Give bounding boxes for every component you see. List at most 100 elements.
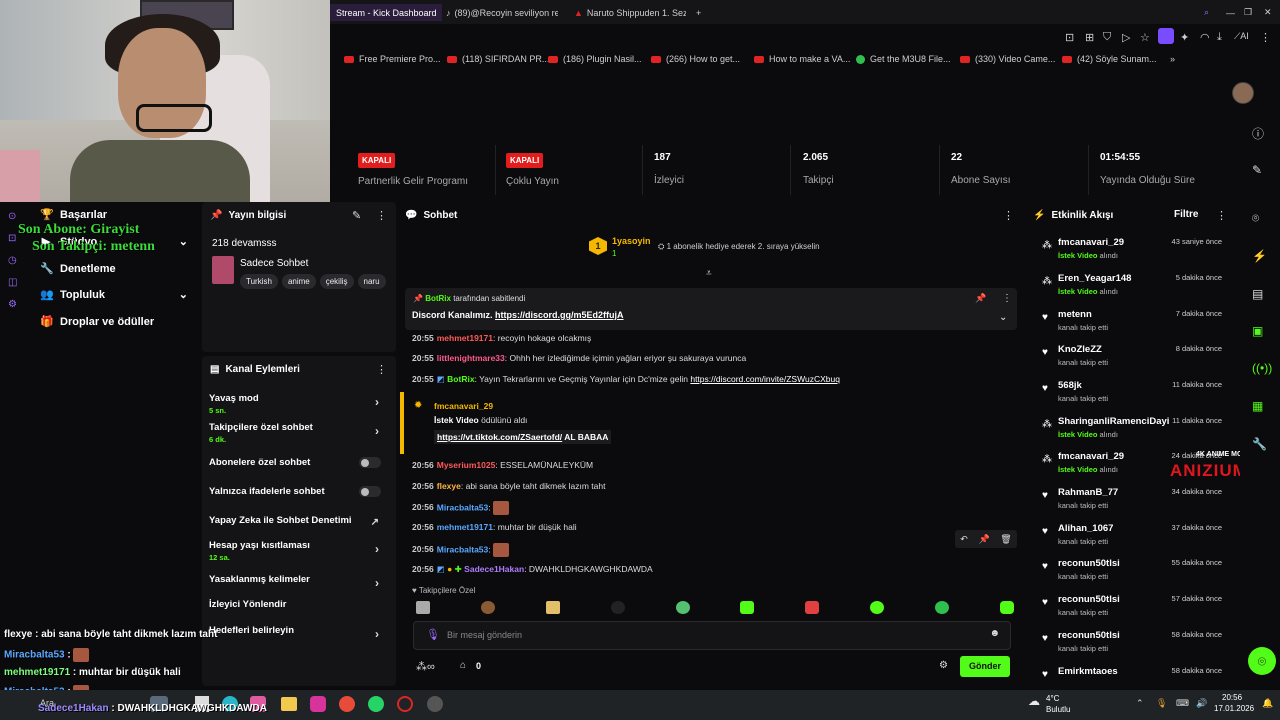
download-icon[interactable]: ⤓ [1217, 31, 1222, 44]
nav-achievements[interactable]: 🏆 Başarılar [40, 208, 107, 222]
network-icon[interactable]: ⌨ [1176, 698, 1189, 709]
tag[interactable]: Turkish [240, 274, 278, 289]
tag[interactable]: anime [281, 274, 316, 289]
points-icon[interactable]: ⁂∞ [416, 660, 435, 673]
activity-item[interactable]: ♥ metenn kanalı takip etti 7 dakika önce [1042, 309, 1232, 332]
activity-item[interactable]: ⁂ SharinganliRamenciDayi İstek Video alınd… [1042, 416, 1232, 439]
instagram-icon[interactable] [310, 696, 326, 712]
chevron-down-icon[interactable]: ⌄ [999, 312, 1007, 323]
broadcast-icon[interactable]: ((•)) [1252, 361, 1272, 375]
activity-item[interactable]: ⁂ Eren_Yeagar148 İstek Video alındı 5 dakik… [1042, 273, 1232, 296]
send-button[interactable]: Gönder [960, 656, 1010, 677]
minimize-icon[interactable]: — [1226, 4, 1235, 21]
bookmark-item[interactable]: Get the M3U8 File... [856, 54, 951, 64]
activity-item[interactable]: ♥ RahmanB_77 kanalı takip etti 34 dakika ön… [1042, 487, 1232, 510]
puzzle-icon[interactable]: ✦ [1180, 31, 1189, 44]
edit-icon[interactable]: ✎ [352, 209, 361, 222]
account-age-row[interactable]: Hesap yaşı kısıtlaması 12 sa. › [209, 540, 389, 562]
activity-item[interactable]: ⁂ fmcanavari_29 İstek Video alındı 43 saniy… [1042, 237, 1232, 260]
bookmark-item[interactable]: (266) How to get... [651, 54, 740, 64]
opera-icon[interactable] [397, 696, 413, 712]
avatar[interactable] [1232, 82, 1254, 104]
store-icon[interactable]: ⌂ [460, 660, 466, 671]
search-icon[interactable]: ⌕ [1204, 4, 1209, 21]
bookmark-item[interactable]: How to make a VA... [754, 54, 850, 64]
wifi-icon[interactable]: ◠ [1200, 31, 1210, 44]
notifications-icon[interactable]: 🔔 [1262, 698, 1273, 709]
document-icon[interactable]: ▤ [1252, 287, 1263, 301]
mic-icon[interactable]: 🎙 [1156, 698, 1167, 709]
activity-item[interactable]: ♥ 568jk kanalı takip etti 11 dakika önce [1042, 380, 1232, 403]
banned-words-row[interactable]: Yasaklanmış kelimeler › [209, 574, 389, 590]
discord-link[interactable]: https://discord.gg/m5Ed2ffujA [495, 310, 624, 320]
menu-icon[interactable]: ⋮ [376, 209, 387, 222]
nav-community[interactable]: 👥 Topluluk ⌄ [40, 288, 188, 302]
menu-icon[interactable]: ⋮ [1002, 293, 1012, 304]
activity-item[interactable]: ♥ reconun50tlsi kanalı takip etti 58 dakika… [1042, 630, 1232, 653]
volume-icon[interactable]: 🔊 [1196, 698, 1207, 709]
ai-moderation-row[interactable]: Yapay Zeka ile Sohbet Denetimi ↗ [209, 515, 389, 528]
activity-item[interactable]: ♥ reconun50tlsi kanalı takip etti 55 dakika… [1042, 558, 1232, 581]
tag[interactable]: naru [357, 274, 386, 289]
menu-icon[interactable]: ⋮ [1260, 31, 1271, 44]
tab-naruto[interactable]: ▲ Naruto Shippuden 1. Sezo [574, 4, 686, 21]
sidebar-mini-icons[interactable]: ⊙ ⊡ ◷ ◫ ⚙ [8, 206, 17, 316]
slow-mode-row[interactable]: Yavaş mod 5 sn. › [209, 393, 389, 415]
multistream-stat[interactable]: KAPALI Çoklu Yayın [506, 152, 559, 187]
activity-item[interactable]: ♥ Emirkmtaoes 58 dakika önce [1042, 666, 1232, 680]
bookmark-item[interactable]: (42) Söyle Sunam... [1062, 54, 1157, 64]
activity-item[interactable]: ♥ KnoZleZZ kanalı takip etti 8 dakika önce [1042, 344, 1232, 367]
mic-icon[interactable]: 🎙 [426, 628, 440, 641]
menu-icon[interactable]: ⋮ [1003, 209, 1014, 222]
bolt-icon[interactable]: ⚡ [1252, 249, 1267, 263]
emote-only-toggle[interactable] [359, 486, 381, 497]
emoji-icon[interactable]: ☻ [989, 628, 1000, 639]
shield-icon[interactable]: ⛉ [1103, 31, 1111, 44]
webcam-feed [0, 0, 330, 202]
info-icon[interactable]: ⓘ [1252, 125, 1264, 142]
nav-moderation[interactable]: 🔧 Denetleme [40, 262, 116, 276]
partner-program-stat[interactable]: KAPALI Partnerlik Gelir Programı [358, 152, 468, 187]
bookmarks-overflow[interactable]: » [1170, 54, 1175, 64]
close-icon[interactable]: ✕ [1264, 4, 1272, 21]
settings-icon[interactable]: ⚙ [939, 660, 948, 671]
collapse-icon[interactable]: ⩡ [706, 268, 712, 279]
followers-only-row[interactable]: Takipçilere özel sohbet 6 dk. › [209, 422, 389, 444]
extension-icon[interactable] [1158, 28, 1174, 44]
bookmark-item[interactable]: (330) Video Came... [960, 54, 1055, 64]
activity-item[interactable]: ♥ reconun50tlsi kanalı takip etti 57 dakika… [1042, 594, 1232, 617]
bookmark-item[interactable]: Free Premiere Pro... [344, 54, 441, 64]
whatsapp-icon[interactable] [368, 696, 384, 712]
layout-icon[interactable]: ▦ [1252, 399, 1263, 413]
wrench-icon[interactable]: 🔧 [1252, 437, 1267, 451]
chat-input[interactable]: 🎙 Bir mesaj gönderin ☻ [413, 621, 1011, 650]
obs-icon[interactable] [427, 696, 443, 712]
tray-chevron-icon[interactable]: ⌃ [1136, 698, 1144, 709]
screenshot-icon[interactable]: ⊡ [1065, 31, 1074, 44]
pin-toggle-icon[interactable]: 📌 [975, 293, 986, 304]
tab-kick-dashboard[interactable]: Stream - Kick Dashboard [330, 4, 442, 21]
bookmark-item[interactable]: (186) Plugin Nasil... [548, 54, 642, 64]
restore-icon[interactable]: ❐ [1244, 4, 1252, 21]
tag[interactable]: çekiliş [319, 274, 354, 289]
tab-tiktok[interactable]: ♪ (89)@Recoyin seviliyon re [446, 4, 558, 21]
star-icon[interactable]: ☆ [1140, 31, 1150, 44]
subs-only-toggle[interactable] [359, 457, 381, 468]
bookmark-item[interactable]: (118) SIFIRDAN PR... [447, 54, 549, 64]
menu-icon[interactable]: ⋮ [376, 363, 387, 376]
activity-item[interactable]: ♥ Alihan_1067 kanalı takip etti 37 dakika ö… [1042, 523, 1232, 546]
raid-row[interactable]: İzleyici Yönlendir [209, 599, 389, 610]
nav-drops[interactable]: 🎁 Droplar ve ödüller [40, 315, 154, 329]
play-icon[interactable]: ▷ [1122, 31, 1130, 44]
ai-icon[interactable]: ⟋AI [1234, 31, 1249, 42]
leader-name[interactable]: 1yasoyin [612, 236, 651, 246]
folder-icon[interactable] [281, 697, 297, 711]
crop-icon[interactable]: ⊞ [1085, 31, 1094, 44]
chat-icon[interactable]: ▣ [1252, 324, 1263, 338]
support-icon[interactable]: ⌾ [1248, 647, 1276, 675]
goals-row[interactable]: Hedefleri belirleyin › [209, 625, 389, 641]
chrome-icon[interactable] [339, 696, 355, 712]
edit-icon[interactable]: ✎ [1252, 163, 1262, 177]
new-tab-button[interactable]: + [696, 4, 701, 21]
camera-icon[interactable]: ⌾ [1252, 211, 1259, 226]
